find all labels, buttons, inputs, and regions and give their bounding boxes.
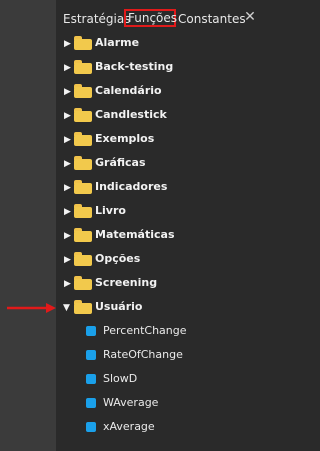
tree-folder-calendario[interactable]: ▶ Calendário [56, 81, 265, 105]
tree-folder-opcoes[interactable]: ▶ Opções [56, 249, 265, 273]
caret-right-icon[interactable]: ▶ [64, 183, 74, 193]
tree-folder-alarme[interactable]: ▶ Alarme [56, 33, 265, 57]
folder-icon [74, 84, 92, 98]
folder-label: Calendário [95, 84, 162, 97]
item-label: SlowD [103, 372, 138, 385]
caret-right-icon[interactable]: ▶ [64, 135, 74, 145]
folder-icon [74, 276, 92, 290]
folder-icon [74, 300, 92, 314]
folder-icon [74, 180, 92, 194]
folder-label: Gráficas [95, 156, 146, 169]
left-panel [0, 0, 56, 451]
folder-icon [74, 252, 92, 266]
tree-folder-matematicas[interactable]: ▶ Matemáticas [56, 225, 265, 249]
folder-label: Candlestick [95, 108, 167, 121]
file-icon [86, 422, 96, 432]
folder-label: Indicadores [95, 180, 168, 193]
folder-icon [74, 60, 92, 74]
red-arrow-icon [7, 303, 56, 313]
folder-label: Matemáticas [95, 228, 175, 241]
file-icon [86, 398, 96, 408]
close-icon[interactable]: ✕ [243, 10, 257, 24]
folder-label: Alarme [95, 36, 140, 49]
tree-item-waverage[interactable]: WAverage [56, 393, 265, 417]
folder-icon [74, 204, 92, 218]
folder-icon [74, 108, 92, 122]
caret-right-icon[interactable]: ▶ [64, 39, 74, 49]
caret-right-icon[interactable]: ▶ [64, 255, 74, 265]
item-label: WAverage [103, 396, 159, 409]
tree-folder-indicadores[interactable]: ▶ Indicadores [56, 177, 265, 201]
item-label: xAverage [103, 420, 155, 433]
caret-right-icon[interactable]: ▶ [64, 159, 74, 169]
folder-label: Screening [95, 276, 158, 289]
tab-funcoes[interactable]: Funções [124, 9, 177, 27]
caret-right-icon[interactable]: ▶ [64, 207, 74, 217]
folder-icon [74, 132, 92, 146]
tab-estrategias[interactable]: Estratégias [63, 10, 130, 28]
app-root: Estratégias Funções Constantes ✕ ▶ Alarm… [0, 0, 265, 451]
tree-item-percentchange[interactable]: PercentChange [56, 321, 265, 345]
item-label: PercentChange [103, 324, 187, 337]
tree-item-xaverage[interactable]: xAverage [56, 417, 265, 441]
caret-right-icon[interactable]: ▶ [64, 231, 74, 241]
function-tree: ▶ Alarme ▶ Back-testing ▶ Calendário ▶ C… [56, 33, 265, 451]
folder-label: Exemplos [95, 132, 155, 145]
file-icon [86, 350, 96, 360]
folder-label: Opções [95, 252, 141, 265]
file-icon [86, 326, 96, 336]
folder-label: Back-testing [95, 60, 174, 73]
tree-item-slowd[interactable]: SlowD [56, 369, 265, 393]
caret-right-icon[interactable]: ▶ [64, 63, 74, 73]
folder-icon [74, 156, 92, 170]
folder-label: Livro [95, 204, 126, 217]
caret-down-icon[interactable]: ▼ [63, 303, 73, 313]
tree-folder-exemplos[interactable]: ▶ Exemplos [56, 129, 265, 153]
folder-icon [74, 228, 92, 242]
tree-folder-backtesting[interactable]: ▶ Back-testing [56, 57, 265, 81]
caret-right-icon[interactable]: ▶ [64, 279, 74, 289]
tree-item-rateofchange[interactable]: RateOfChange [56, 345, 265, 369]
folder-label: Usuário [95, 300, 143, 313]
folder-icon [74, 36, 92, 50]
tab-constantes[interactable]: Constantes [178, 10, 246, 28]
tree-folder-screening[interactable]: ▶ Screening [56, 273, 265, 297]
item-label: RateOfChange [103, 348, 183, 361]
caret-right-icon[interactable]: ▶ [64, 111, 74, 121]
tree-folder-usuario[interactable]: ▼ Usuário [56, 297, 265, 321]
tree-folder-graficas[interactable]: ▶ Gráficas [56, 153, 265, 177]
tab-bar: Estratégias Funções Constantes ✕ [56, 0, 265, 33]
caret-right-icon[interactable]: ▶ [64, 87, 74, 97]
tree-folder-candlestick[interactable]: ▶ Candlestick [56, 105, 265, 129]
file-icon [86, 374, 96, 384]
tree-folder-livro[interactable]: ▶ Livro [56, 201, 265, 225]
